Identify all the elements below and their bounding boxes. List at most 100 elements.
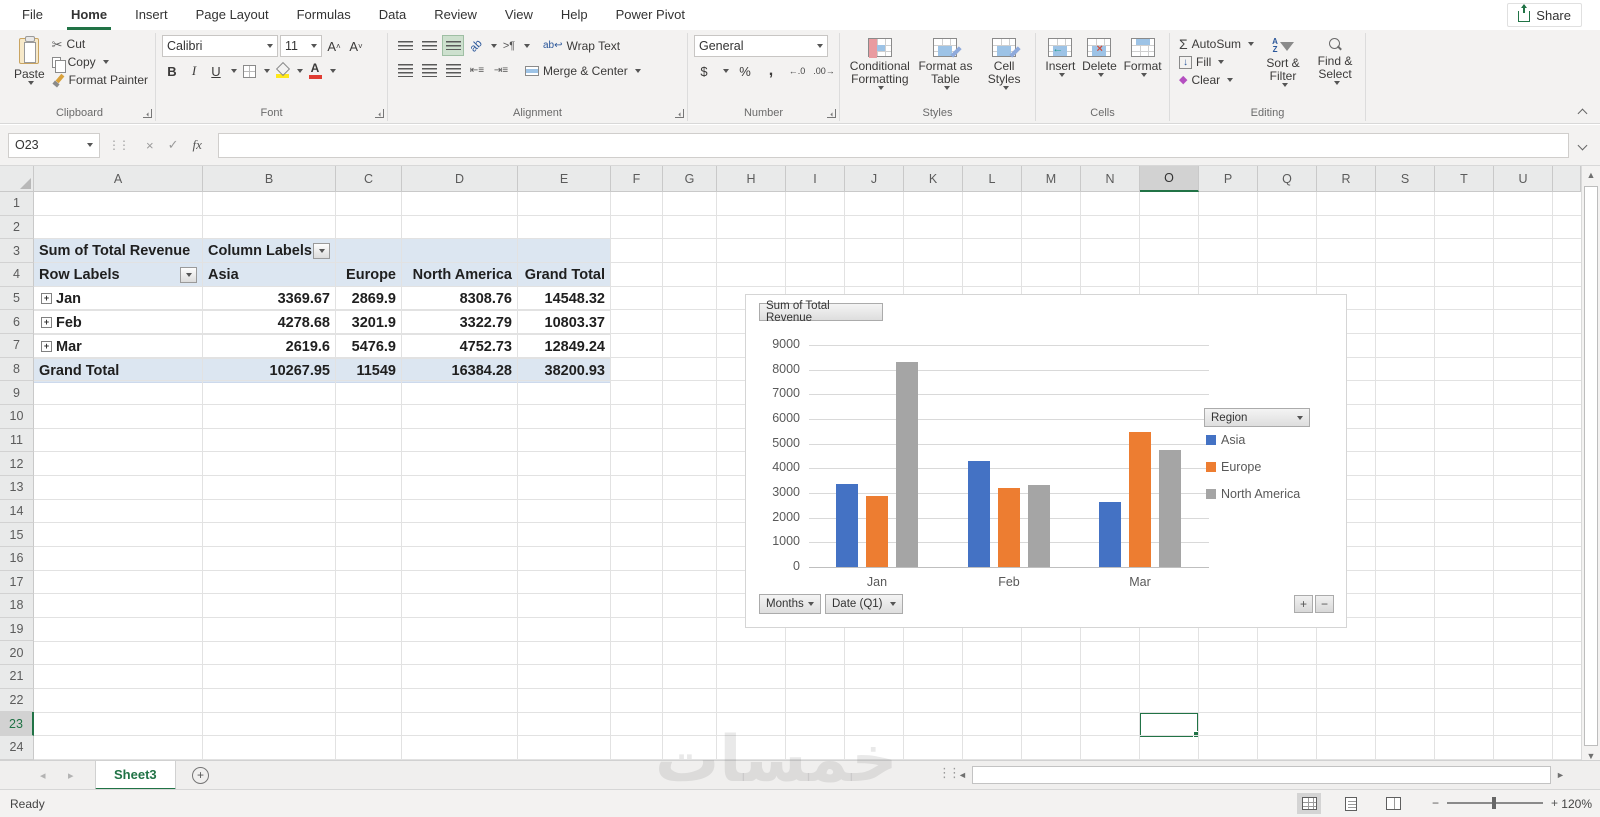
pivot-row-labels-cell[interactable]: Row Labels bbox=[34, 263, 203, 287]
chart-axis-field-button-months[interactable]: Months bbox=[759, 594, 821, 614]
shrink-font-button[interactable]: A ˅ bbox=[346, 36, 366, 56]
row-header-15[interactable]: 15 bbox=[0, 523, 34, 547]
clear-button[interactable]: ◆ Clear bbox=[1176, 71, 1257, 89]
legend-item-asia[interactable]: Asia bbox=[1206, 433, 1245, 447]
grow-font-button[interactable]: A ˄ bbox=[324, 36, 344, 56]
top-align-button[interactable] bbox=[394, 35, 416, 56]
align-left-button[interactable] bbox=[394, 60, 416, 81]
column-header-L[interactable]: L bbox=[963, 166, 1022, 192]
bar-jan-asia[interactable] bbox=[836, 483, 858, 567]
column-header-Q[interactable]: Q bbox=[1258, 166, 1317, 192]
format-as-table-button[interactable]: Format as Table bbox=[914, 35, 976, 93]
chart-value-field-button[interactable]: Sum of Total Revenue bbox=[759, 300, 883, 324]
conditional-formatting-button[interactable]: Conditional Formatting bbox=[847, 35, 913, 93]
column-header-T[interactable]: T bbox=[1435, 166, 1494, 192]
bar-jan-north-america[interactable] bbox=[896, 362, 918, 567]
chevron-down-icon[interactable] bbox=[723, 69, 729, 73]
tab-page-layout[interactable]: Page Layout bbox=[182, 0, 283, 30]
insert-function-button[interactable]: fx bbox=[193, 137, 202, 153]
column-header-O[interactable]: O bbox=[1140, 166, 1199, 192]
row-header-19[interactable]: 19 bbox=[0, 617, 34, 642]
expand-icon[interactable]: + bbox=[41, 293, 52, 304]
zoom-in-button[interactable]: + bbox=[1551, 796, 1558, 810]
scroll-up-icon[interactable]: ▲ bbox=[1582, 166, 1600, 183]
orientation-button[interactable]: ab bbox=[466, 36, 486, 56]
column-header-N[interactable]: N bbox=[1081, 166, 1140, 192]
normal-view-button[interactable] bbox=[1297, 793, 1321, 814]
font-size-select[interactable]: 11 bbox=[280, 35, 322, 57]
column-header-D[interactable]: D bbox=[402, 166, 518, 192]
column-header-H[interactable]: H bbox=[717, 166, 786, 192]
bar-mar-north-america[interactable] bbox=[1159, 449, 1181, 567]
row-header-17[interactable]: 17 bbox=[0, 570, 34, 595]
bar-feb-north-america[interactable] bbox=[1028, 485, 1050, 567]
row-header-20[interactable]: 20 bbox=[0, 641, 34, 666]
tab-review[interactable]: Review bbox=[420, 0, 491, 30]
column-header-C[interactable]: C bbox=[336, 166, 402, 192]
column-header-S[interactable]: S bbox=[1376, 166, 1435, 192]
row-header-22[interactable]: 22 bbox=[0, 688, 34, 713]
bar-jan-europe[interactable] bbox=[866, 496, 888, 567]
underline-button[interactable]: U bbox=[206, 61, 226, 81]
new-sheet-button[interactable]: + bbox=[192, 767, 209, 784]
bar-mar-europe[interactable] bbox=[1129, 431, 1151, 567]
previous-sheet-icon[interactable]: ◂ bbox=[40, 761, 46, 790]
cell-styles-button[interactable]: Cell Styles bbox=[978, 35, 1030, 93]
font-color-button[interactable]: A bbox=[305, 61, 325, 81]
selected-cell[interactable] bbox=[1139, 712, 1200, 738]
expand-icon[interactable]: + bbox=[41, 341, 52, 352]
chart-axis-field-button-date[interactable]: Date (Q1) bbox=[825, 594, 903, 614]
zoom-slider-thumb[interactable] bbox=[1491, 797, 1496, 809]
text-direction-button[interactable]: >¶ bbox=[499, 36, 519, 56]
next-sheet-icon[interactable]: ▸ bbox=[68, 761, 74, 790]
align-right-button[interactable] bbox=[442, 60, 464, 81]
find-select-button[interactable]: Find & Select bbox=[1309, 35, 1361, 90]
decrease-indent-button[interactable]: ⇤≡ bbox=[466, 60, 488, 81]
column-header-K[interactable]: K bbox=[904, 166, 963, 192]
decrease-decimal-button[interactable]: .00→ bbox=[813, 61, 835, 81]
scroll-right-icon[interactable]: ► bbox=[1553, 766, 1568, 784]
chart-legend-field-button[interactable]: Region bbox=[1204, 408, 1310, 427]
row-header-18[interactable]: 18 bbox=[0, 594, 34, 618]
middle-align-button[interactable] bbox=[418, 35, 440, 56]
format-painter-button[interactable]: Format Painter bbox=[49, 71, 151, 89]
pivot-row-label[interactable]: + Jan bbox=[34, 287, 203, 311]
row-header-10[interactable]: 10 bbox=[0, 404, 34, 429]
chevron-down-icon[interactable] bbox=[297, 69, 303, 73]
expand-icon[interactable]: + bbox=[41, 317, 52, 328]
format-cells-button[interactable]: Format bbox=[1122, 35, 1164, 80]
dialog-launcher-icon[interactable] bbox=[675, 109, 684, 118]
increase-decimal-button[interactable]: ←.0 bbox=[787, 61, 807, 81]
tab-home[interactable]: Home bbox=[57, 0, 121, 30]
column-header-G[interactable]: G bbox=[663, 166, 717, 192]
font-name-select[interactable]: Calibri bbox=[162, 35, 278, 57]
pivot-row-label[interactable]: + Mar bbox=[34, 335, 203, 359]
filter-dropdown-button[interactable] bbox=[313, 242, 330, 259]
delete-cells-button[interactable]: × Delete bbox=[1080, 35, 1119, 80]
zoom-out-button[interactable]: − bbox=[1432, 796, 1439, 810]
vertical-scrollbar[interactable]: ▲ ▼ bbox=[1581, 166, 1600, 788]
row-header-12[interactable]: 12 bbox=[0, 452, 34, 476]
fill-button[interactable]: ↓ Fill bbox=[1176, 53, 1257, 71]
share-button[interactable]: Share bbox=[1507, 3, 1582, 27]
tab-help[interactable]: Help bbox=[547, 0, 602, 30]
italic-button[interactable]: I bbox=[184, 61, 204, 81]
horizontal-scrollbar[interactable]: ◄ ► bbox=[955, 765, 1568, 785]
tab-view[interactable]: View bbox=[491, 0, 547, 30]
enter-button[interactable]: ✓ bbox=[168, 137, 179, 153]
sort-filter-button[interactable]: AZ Sort & Filter bbox=[1257, 35, 1309, 90]
align-center-button[interactable] bbox=[418, 60, 440, 81]
tab-formulas[interactable]: Formulas bbox=[283, 0, 365, 30]
vertical-scroll-thumb[interactable] bbox=[1584, 186, 1598, 746]
chevron-down-icon[interactable] bbox=[524, 43, 530, 48]
comma-style-button[interactable]: , bbox=[761, 61, 781, 81]
column-header-R[interactable]: R bbox=[1317, 166, 1376, 192]
filter-dropdown-button[interactable] bbox=[180, 266, 197, 283]
dialog-launcher-icon[interactable] bbox=[827, 109, 836, 118]
autosum-button[interactable]: Σ AutoSum bbox=[1176, 35, 1257, 53]
chevron-down-icon[interactable] bbox=[330, 69, 336, 73]
splitter-handle[interactable]: ⋮⋮ bbox=[108, 138, 130, 152]
zoom-slider[interactable] bbox=[1446, 797, 1543, 809]
row-header-11[interactable]: 11 bbox=[0, 428, 34, 453]
wrap-text-button[interactable]: ab↩ Wrap Text bbox=[540, 37, 623, 55]
